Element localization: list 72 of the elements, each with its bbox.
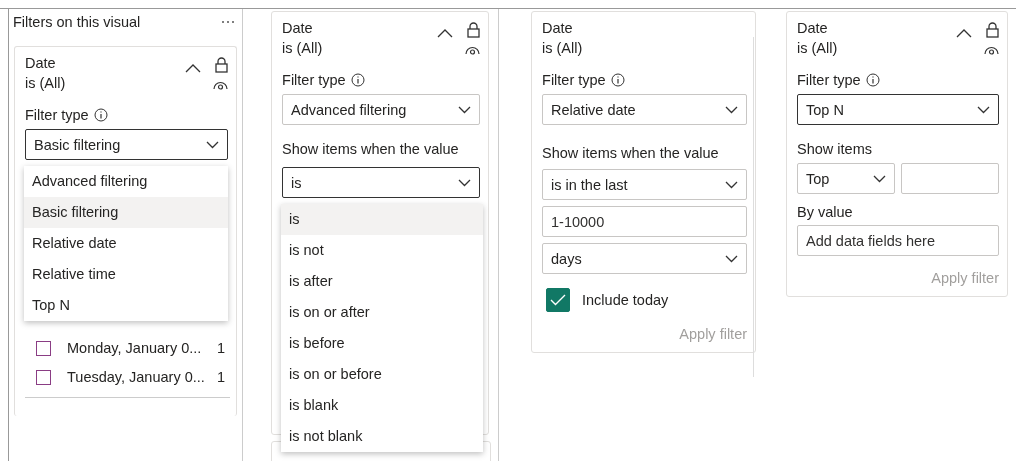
lock-icon[interactable] — [986, 22, 999, 38]
eye-icon[interactable] — [984, 46, 999, 55]
eye-icon[interactable] — [213, 81, 229, 90]
menu-option[interactable]: is on or after — [281, 297, 484, 328]
lock-icon[interactable] — [215, 57, 229, 73]
condition-dropdown[interactable]: is — [282, 167, 481, 198]
item-count: 1 — [217, 340, 226, 356]
info-icon — [610, 73, 625, 87]
filter-type-dropdown[interactable]: Top N — [797, 94, 999, 125]
field-label: Show items when the value — [282, 141, 460, 157]
menu-option[interactable]: is after — [281, 266, 484, 297]
filter-type-dropdown[interactable]: Relative date — [542, 94, 748, 125]
checkbox-label: Include today — [582, 292, 669, 308]
chevron-icon[interactable] — [437, 29, 454, 38]
filter-type-dropdown[interactable]: Basic filtering — [25, 129, 229, 160]
checkmark-icon — [550, 294, 567, 306]
filter-summary: is (All) — [282, 40, 323, 56]
menu-option[interactable]: is not — [281, 235, 484, 266]
item-count: 1 — [217, 369, 226, 385]
lock-icon[interactable] — [467, 22, 481, 38]
menu-option[interactable]: is on or before — [281, 359, 484, 390]
menu-option[interactable]: Relative date — [24, 228, 229, 259]
filter-summary: is (All) — [797, 40, 838, 56]
item-label[interactable]: Monday, January 0... — [67, 340, 209, 356]
chevron-down-icon — [873, 174, 886, 183]
menu-option[interactable]: is — [281, 204, 484, 235]
chevron-down-icon — [458, 178, 472, 187]
filter-type-dropdown[interactable]: Advanced filtering — [282, 94, 481, 125]
chevron-icon[interactable] — [956, 29, 972, 38]
filter-summary: is (All) — [25, 75, 66, 91]
field-name: Date — [25, 55, 57, 71]
field-label: By value — [797, 204, 854, 220]
eye-icon[interactable] — [465, 46, 481, 55]
menu-option[interactable]: is before — [281, 328, 484, 359]
checkbox[interactable] — [546, 288, 571, 312]
count-field[interactable] — [901, 163, 999, 194]
info-icon — [865, 73, 880, 87]
info-icon — [93, 108, 108, 122]
unit-dropdown[interactable]: days — [542, 243, 748, 274]
item-label[interactable]: Tuesday, January 0... — [67, 369, 209, 385]
operator-dropdown[interactable]: is in the last — [542, 169, 748, 200]
field-name: Date — [282, 20, 314, 36]
field-name: Date — [542, 20, 574, 36]
field-label: Filter type — [282, 72, 346, 88]
menu-option[interactable]: Basic filtering — [24, 197, 229, 228]
chevron-down-icon — [206, 140, 220, 149]
more-icon[interactable] — [221, 20, 236, 24]
menu-option[interactable]: Top N — [24, 290, 229, 321]
info-icon — [350, 73, 365, 87]
chevron-down-icon — [725, 180, 739, 189]
checkbox[interactable] — [36, 340, 51, 356]
direction-dropdown[interactable]: Top — [797, 163, 895, 194]
field-label: Filter type — [25, 107, 89, 123]
amount-field[interactable]: 1-10000 — [542, 206, 748, 237]
field-label: Show items — [797, 141, 873, 157]
chevron-down-icon — [458, 105, 472, 114]
menu-option[interactable]: Advanced filtering — [24, 166, 229, 197]
field-label: Show items when the value — [542, 145, 720, 161]
menu-option[interactable]: is blank — [281, 390, 484, 421]
data-field-well[interactable]: Add data fields here — [797, 225, 999, 256]
menu-option[interactable]: is not blank — [281, 421, 484, 452]
field-label: Filter type — [797, 72, 861, 88]
field-label: Filter type — [542, 72, 606, 88]
menu-option[interactable]: Relative time — [24, 259, 229, 290]
field-name: Date — [797, 20, 829, 36]
chevron-down-icon — [725, 105, 739, 114]
chevron-down-icon — [977, 105, 990, 114]
chevron-icon[interactable] — [185, 64, 202, 73]
pane-title: Filters on this visual — [13, 14, 141, 30]
filter-summary: is (All) — [542, 40, 583, 56]
chevron-down-icon — [725, 254, 739, 263]
checkbox[interactable] — [36, 369, 51, 385]
